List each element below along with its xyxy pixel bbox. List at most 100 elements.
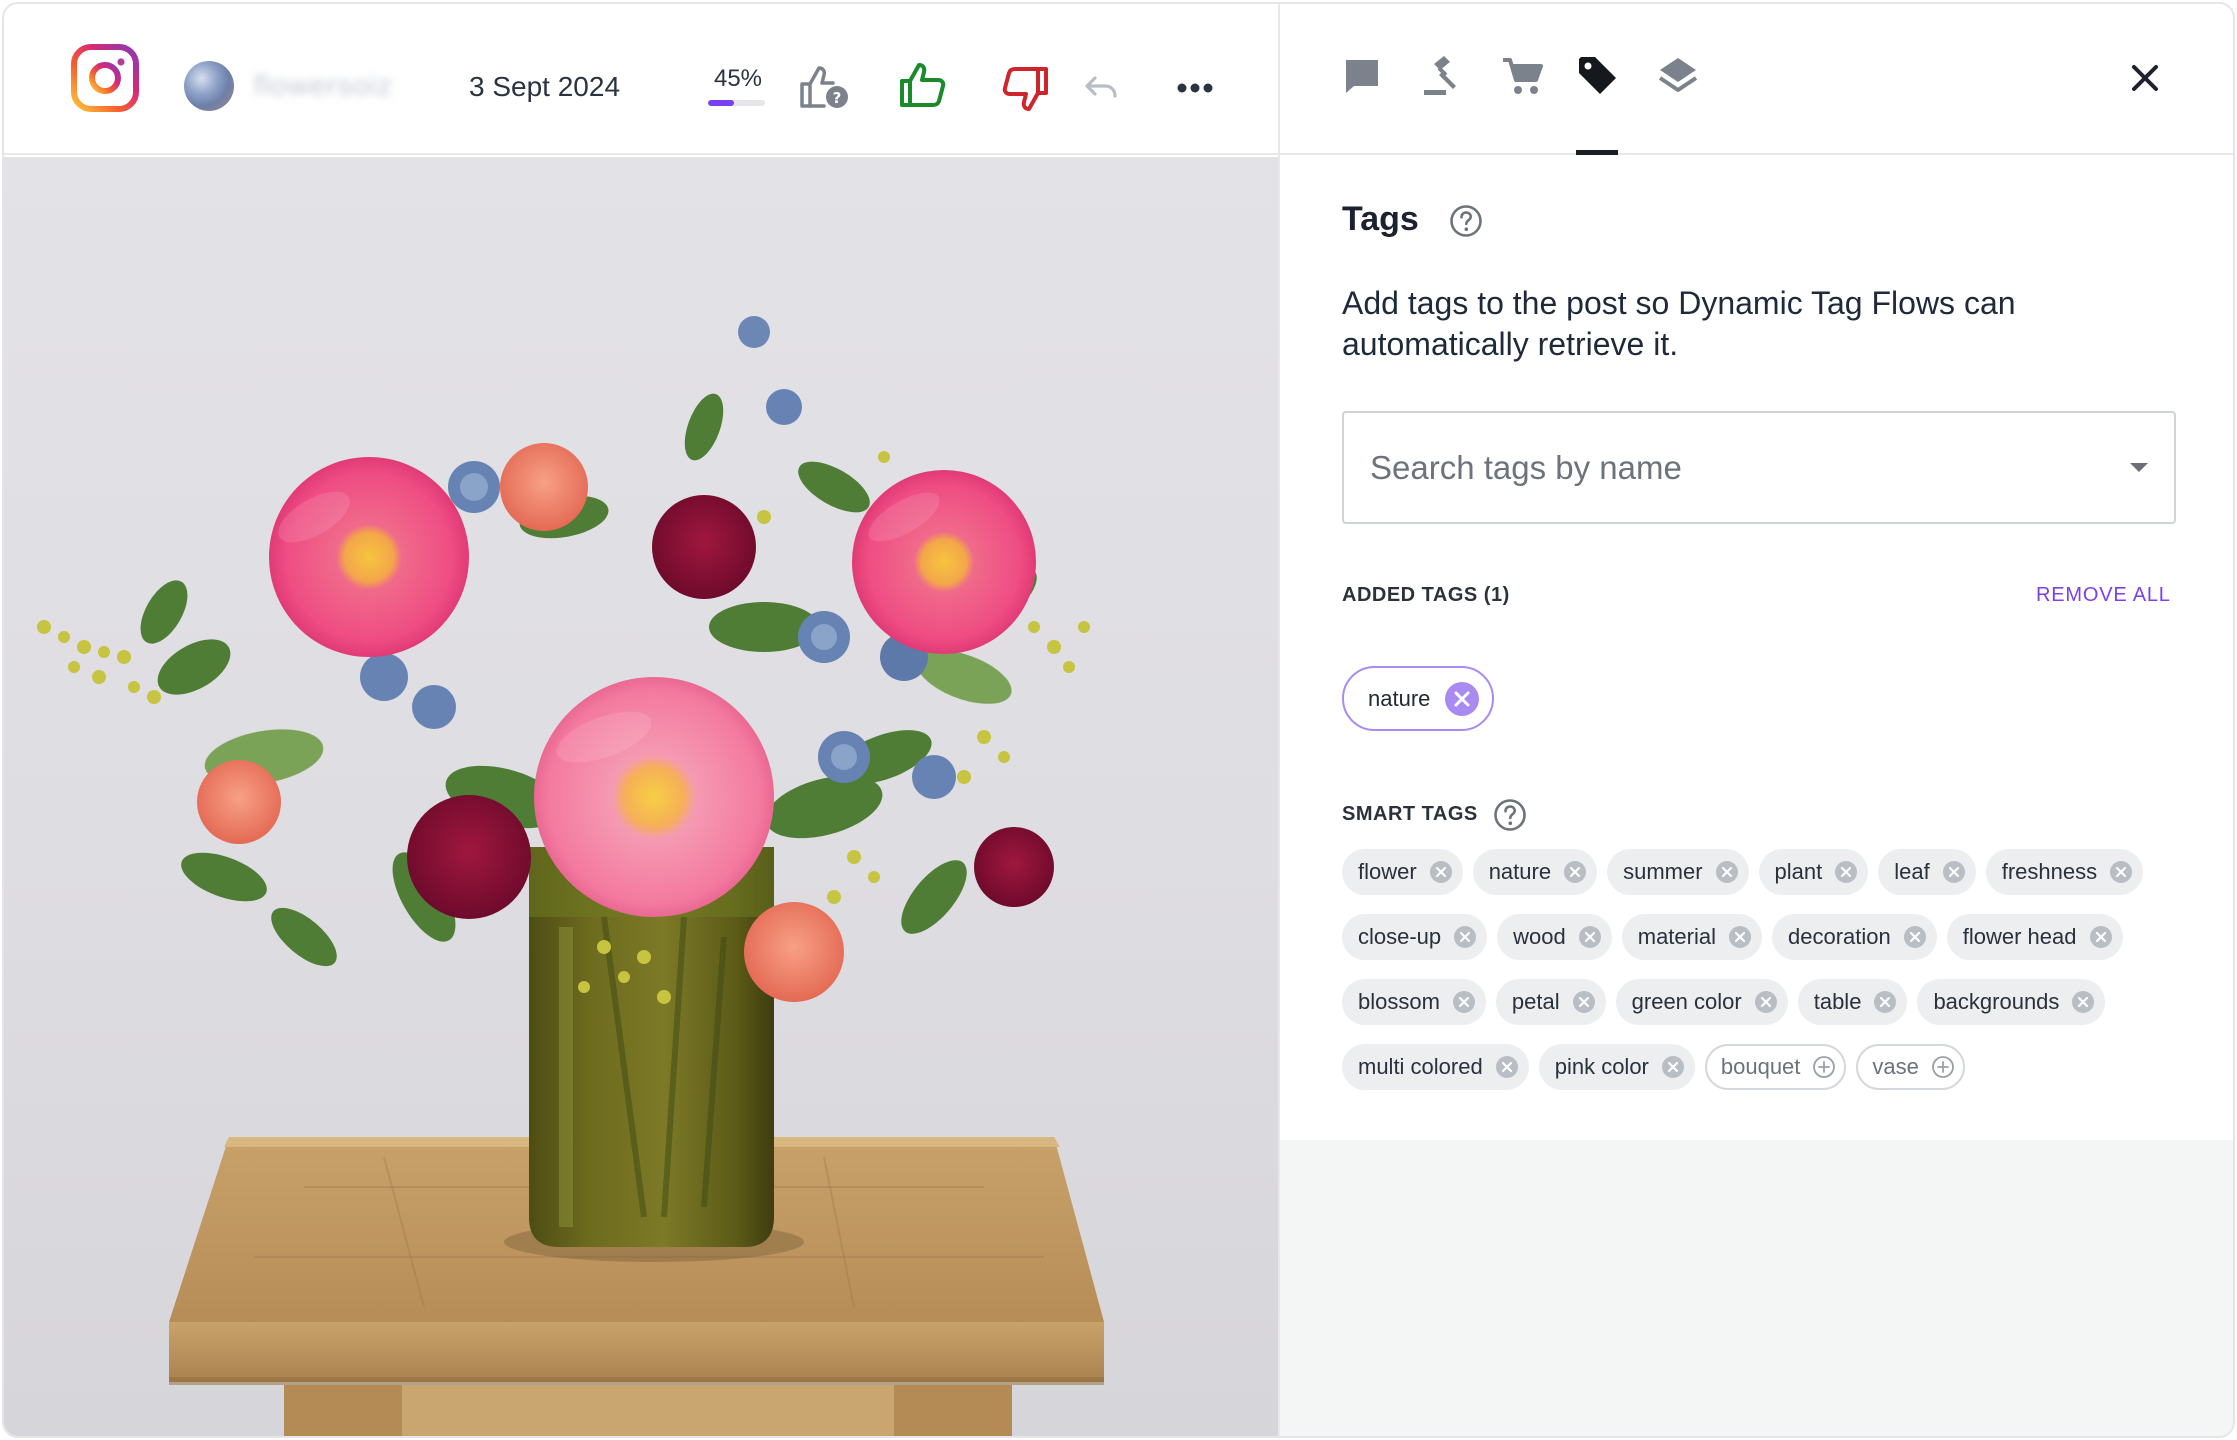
smart-tag-chip[interactable]: blossom [1342, 979, 1486, 1025]
smart-tag-chip[interactable]: pink color [1538, 1044, 1695, 1090]
chevron-down-icon[interactable] [2130, 463, 2148, 472]
remove-tag-icon[interactable] [1452, 990, 1476, 1014]
undo-icon[interactable] [1083, 74, 1119, 102]
smart-tag-label: plant [1774, 859, 1823, 884]
smart-tag-chip[interactable]: material [1621, 914, 1762, 960]
panel-title: Tags [1342, 200, 1419, 238]
smart-tag-label: pink color [1554, 1054, 1649, 1079]
remove-tag-icon[interactable] [2089, 925, 2113, 949]
smart-tag-chip[interactable]: petal [1495, 979, 1606, 1025]
remove-tag-icon[interactable] [1578, 925, 1602, 949]
remove-tag-icon[interactable] [1495, 1055, 1519, 1079]
smart-tag-chip[interactable]: freshness [1985, 849, 2144, 895]
svg-text:?: ? [833, 89, 842, 107]
tag-icon [1579, 57, 1616, 94]
bouquet-illustration [37, 316, 1104, 1436]
smart-tags-help-icon[interactable] [1493, 798, 1527, 832]
remove-tag-icon[interactable] [1873, 990, 1897, 1014]
smart-tag-label: material [1637, 924, 1716, 949]
smart-tag-chip[interactable]: leaf [1878, 849, 1976, 895]
remove-tag-icon[interactable] [1661, 1055, 1685, 1079]
more-icon[interactable] [1176, 82, 1214, 94]
tab-comments[interactable] [1340, 54, 1384, 98]
thumb-down-icon[interactable] [999, 66, 1049, 112]
layers-icon [1658, 58, 1698, 92]
remove-tag-icon[interactable] [1429, 860, 1453, 884]
remove-tag-icon[interactable] [1453, 925, 1477, 949]
smart-tag-label: blossom [1358, 989, 1440, 1014]
side-panel: Tags Add tags to the post so Dynamic Tag… [1278, 4, 2233, 1436]
remove-tag-icon[interactable] [1754, 990, 1778, 1014]
remove-tag-icon[interactable] [1942, 860, 1966, 884]
gavel-icon [1424, 56, 1456, 95]
remove-tag-icon[interactable] [2109, 860, 2133, 884]
smart-tag-label: decoration [1788, 924, 1891, 949]
remove-tag-icon[interactable] [1834, 860, 1858, 884]
smart-tag-label: multi colored [1358, 1054, 1483, 1079]
smart-tag-chip[interactable]: close-up [1342, 914, 1488, 960]
tab-tags[interactable] [1576, 54, 1620, 98]
smart-tags-list: flower nature summer plant leaf freshness clos… [1342, 849, 2192, 1090]
smart-tag-chip[interactable]: flower head [1946, 914, 2123, 960]
smart-tag-label: close-up [1358, 924, 1442, 949]
smart-tag-label: flower head [1962, 924, 2077, 949]
smart-tag-chip[interactable]: plant [1758, 849, 1869, 895]
score-bar-fill [708, 100, 734, 106]
remove-tag-icon[interactable] [1715, 860, 1739, 884]
instagram-icon [71, 44, 139, 112]
remove-tag-icon[interactable] [1563, 860, 1587, 884]
panel-description: Add tags to the post so Dynamic Tag Flow… [1342, 285, 2016, 362]
smart-tag-chip[interactable]: green color [1615, 979, 1788, 1025]
smart-tag-label: wood [1513, 924, 1566, 949]
username[interactable]: flowersoiz [254, 70, 393, 103]
remove-tag-icon[interactable] [1444, 681, 1480, 717]
thumb-question-icon[interactable]: ? [799, 64, 851, 110]
smart-tag-chip[interactable]: wood [1497, 914, 1612, 960]
post-header: flowersoiz 3 Sept 2024 45% ? [4, 4, 1278, 155]
smart-tag-chip[interactable]: decoration [1772, 914, 1937, 960]
tag-search-input[interactable] [1370, 445, 2070, 491]
remove-tag-icon[interactable] [1903, 925, 1927, 949]
added-tags-label: ADDED TAGS (1) [1342, 584, 1510, 606]
smart-tag-label: backgrounds [1933, 989, 2060, 1014]
add-tag-icon[interactable] [1812, 1055, 1836, 1079]
tab-products[interactable] [1500, 54, 1544, 98]
smart-tags-label: SMART TAGS [1342, 803, 1478, 825]
post-image [4, 157, 1278, 1436]
remove-tag-icon[interactable] [1728, 925, 1752, 949]
score-label: 45% [713, 65, 763, 92]
smart-tag-label: table [1813, 989, 1862, 1014]
thumb-up-icon[interactable] [899, 62, 949, 108]
smart-tag-chip[interactable]: vase [1856, 1044, 1965, 1090]
smart-tag-chip[interactable]: flower [1342, 849, 1463, 895]
smart-tag-chip[interactable]: nature [1472, 849, 1598, 895]
smart-tag-label: leaf [1894, 859, 1930, 884]
score-bar [708, 100, 765, 106]
smart-tag-label: nature [1488, 859, 1552, 884]
smart-tag-label: vase [1872, 1054, 1919, 1079]
close-icon[interactable] [2128, 61, 2162, 95]
smart-tag-label: summer [1623, 859, 1703, 884]
post-preview: flowersoiz 3 Sept 2024 45% ? [4, 4, 1278, 1436]
smart-tag-chip[interactable]: summer [1607, 849, 1749, 895]
smart-tag-chip[interactable]: table [1797, 979, 1908, 1025]
smart-tag-label: green color [1631, 989, 1742, 1014]
panel-tabs [1280, 4, 2233, 155]
comment-icon [1346, 60, 1378, 93]
smart-tag-label: petal [1511, 989, 1560, 1014]
remove-tag-icon[interactable] [2071, 990, 2095, 1014]
avatar[interactable] [184, 61, 234, 111]
tag-search-select[interactable] [1342, 411, 2176, 524]
help-icon[interactable] [1449, 204, 1483, 238]
tab-rights[interactable] [1420, 54, 1464, 98]
tab-layers[interactable] [1656, 54, 1700, 98]
smart-tag-chip[interactable]: multi colored [1342, 1044, 1529, 1090]
added-tag-label: nature [1368, 685, 1431, 711]
add-tag-icon[interactable] [1931, 1055, 1955, 1079]
smart-tag-label: flower [1358, 859, 1417, 884]
smart-tag-chip[interactable]: bouquet [1704, 1044, 1847, 1090]
remove-all-button[interactable]: REMOVE ALL [2036, 584, 2171, 607]
smart-tag-chip[interactable]: backgrounds [1917, 979, 2106, 1025]
remove-tag-icon[interactable] [1572, 990, 1596, 1014]
post-detail-modal: flowersoiz 3 Sept 2024 45% ? Tags Add ta… [2, 2, 2235, 1438]
